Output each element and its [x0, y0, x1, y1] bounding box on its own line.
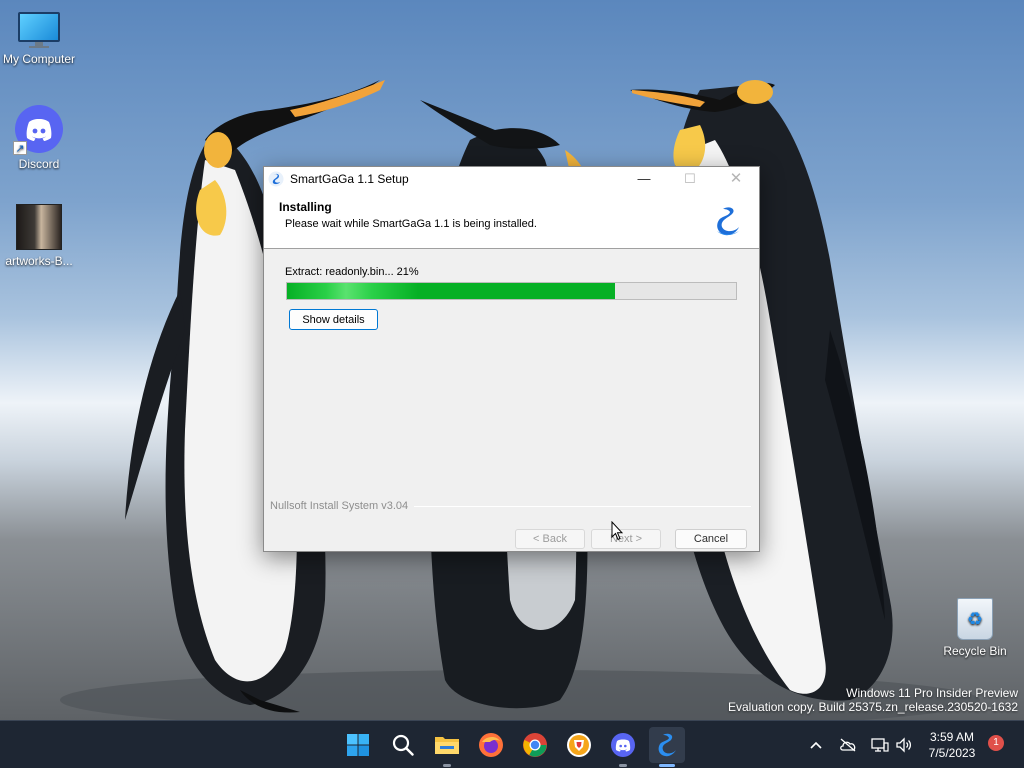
show-details-button[interactable]: Show details: [289, 309, 378, 330]
computer-icon: [18, 12, 60, 48]
start-button[interactable]: [342, 729, 374, 761]
window-title: SmartGaGa 1.1 Setup: [290, 172, 409, 186]
installer-window: SmartGaGa 1.1 Setup — ☐ ✕ Installing Ple…: [263, 166, 760, 552]
active-indicator: [659, 764, 675, 767]
cancel-button[interactable]: Cancel: [675, 529, 747, 549]
search-icon: [392, 734, 414, 756]
onedrive-status[interactable]: [836, 721, 860, 768]
close-button[interactable]: ✕: [713, 167, 759, 191]
branding-line: Nullsoft Install System v3.04: [270, 500, 751, 512]
divider: [414, 505, 751, 507]
discord-icon: [611, 733, 635, 757]
firefox-icon: [479, 733, 503, 757]
desktop-icon-label: Discord: [18, 157, 60, 171]
network-status[interactable]: [868, 721, 892, 768]
chevron-up-icon: [810, 741, 822, 749]
progress-fill: [287, 283, 615, 299]
taskbar-smartgaga[interactable]: [649, 727, 685, 767]
windows-watermark: Windows 11 Pro Insider Preview Evaluatio…: [728, 686, 1018, 714]
back-button[interactable]: < Back: [515, 529, 585, 549]
show-hidden-icons-button[interactable]: [804, 721, 828, 768]
branding-text: Nullsoft Install System v3.04: [270, 500, 409, 512]
running-indicator: [619, 764, 627, 767]
desktop-icon-recycle-bin[interactable]: ♻ Recycle Bin: [936, 598, 1014, 658]
smartgaga-icon: [658, 733, 676, 757]
network-icon: [871, 738, 889, 752]
title-bar[interactable]: SmartGaGa 1.1 Setup — ☐ ✕: [264, 167, 759, 191]
maximize-button[interactable]: ☐: [667, 167, 713, 191]
taskbar: 3:59 AM 7/5/2023: [0, 720, 1024, 768]
progress-bar: [286, 282, 737, 300]
smartgaga-logo-icon: [717, 207, 739, 236]
desktop-icon-label: Recycle Bin: [943, 644, 1007, 658]
brave-icon: [567, 733, 591, 757]
installer-header: Installing Please wait while SmartGaGa 1…: [264, 191, 759, 249]
start-icon: [347, 734, 369, 756]
desktop-icon-artworks[interactable]: artworks-B...: [0, 204, 78, 268]
clock-date: 7/5/2023: [928, 746, 976, 760]
installer-body: Extract: readonly.bin... 21% Show detail…: [264, 249, 759, 551]
watermark-line-2: Evaluation copy. Build 25375.zn_release.…: [728, 700, 1018, 714]
minimize-button[interactable]: —: [621, 167, 667, 191]
taskbar-discord[interactable]: [607, 729, 639, 767]
taskbar-firefox[interactable]: [475, 729, 507, 761]
smartgaga-icon: [268, 171, 284, 187]
mouse-cursor-icon: [611, 521, 623, 541]
taskbar-file-explorer[interactable]: [431, 729, 463, 767]
shortcut-arrow-icon: ↗: [13, 141, 27, 155]
recycle-bin-icon: ♻: [957, 598, 993, 640]
speaker-icon: [896, 737, 912, 753]
image-thumbnail-icon: [16, 204, 62, 250]
taskbar-brave[interactable]: [563, 729, 595, 761]
desktop-icon-label: artworks-B...: [5, 254, 73, 268]
clock[interactable]: 3:59 AM 7/5/2023: [920, 729, 984, 761]
cloud-offline-icon: [840, 738, 856, 752]
file-explorer-icon: [435, 737, 459, 754]
taskbar-chrome[interactable]: [519, 729, 551, 761]
desktop-icon-my-computer[interactable]: My Computer: [0, 12, 78, 66]
clock-time: 3:59 AM: [929, 730, 975, 744]
watermark-line-1: Windows 11 Pro Insider Preview: [846, 686, 1018, 700]
next-button[interactable]: Next >: [591, 529, 661, 549]
status-text: Extract: readonly.bin... 21%: [285, 266, 419, 278]
taskbar-search-button[interactable]: [387, 729, 419, 761]
running-indicator: [443, 764, 451, 767]
chrome-icon: [523, 733, 547, 757]
desktop-icon-label: My Computer: [2, 52, 76, 66]
notification-badge[interactable]: 1: [988, 735, 1004, 751]
discord-icon: ↗: [13, 105, 63, 155]
desktop-icon-discord[interactable]: ↗ Discord: [0, 105, 78, 171]
header-subtitle: Please wait while SmartGaGa 1.1 is being…: [285, 218, 537, 230]
header-title: Installing: [279, 200, 332, 214]
volume-control[interactable]: [893, 721, 915, 768]
